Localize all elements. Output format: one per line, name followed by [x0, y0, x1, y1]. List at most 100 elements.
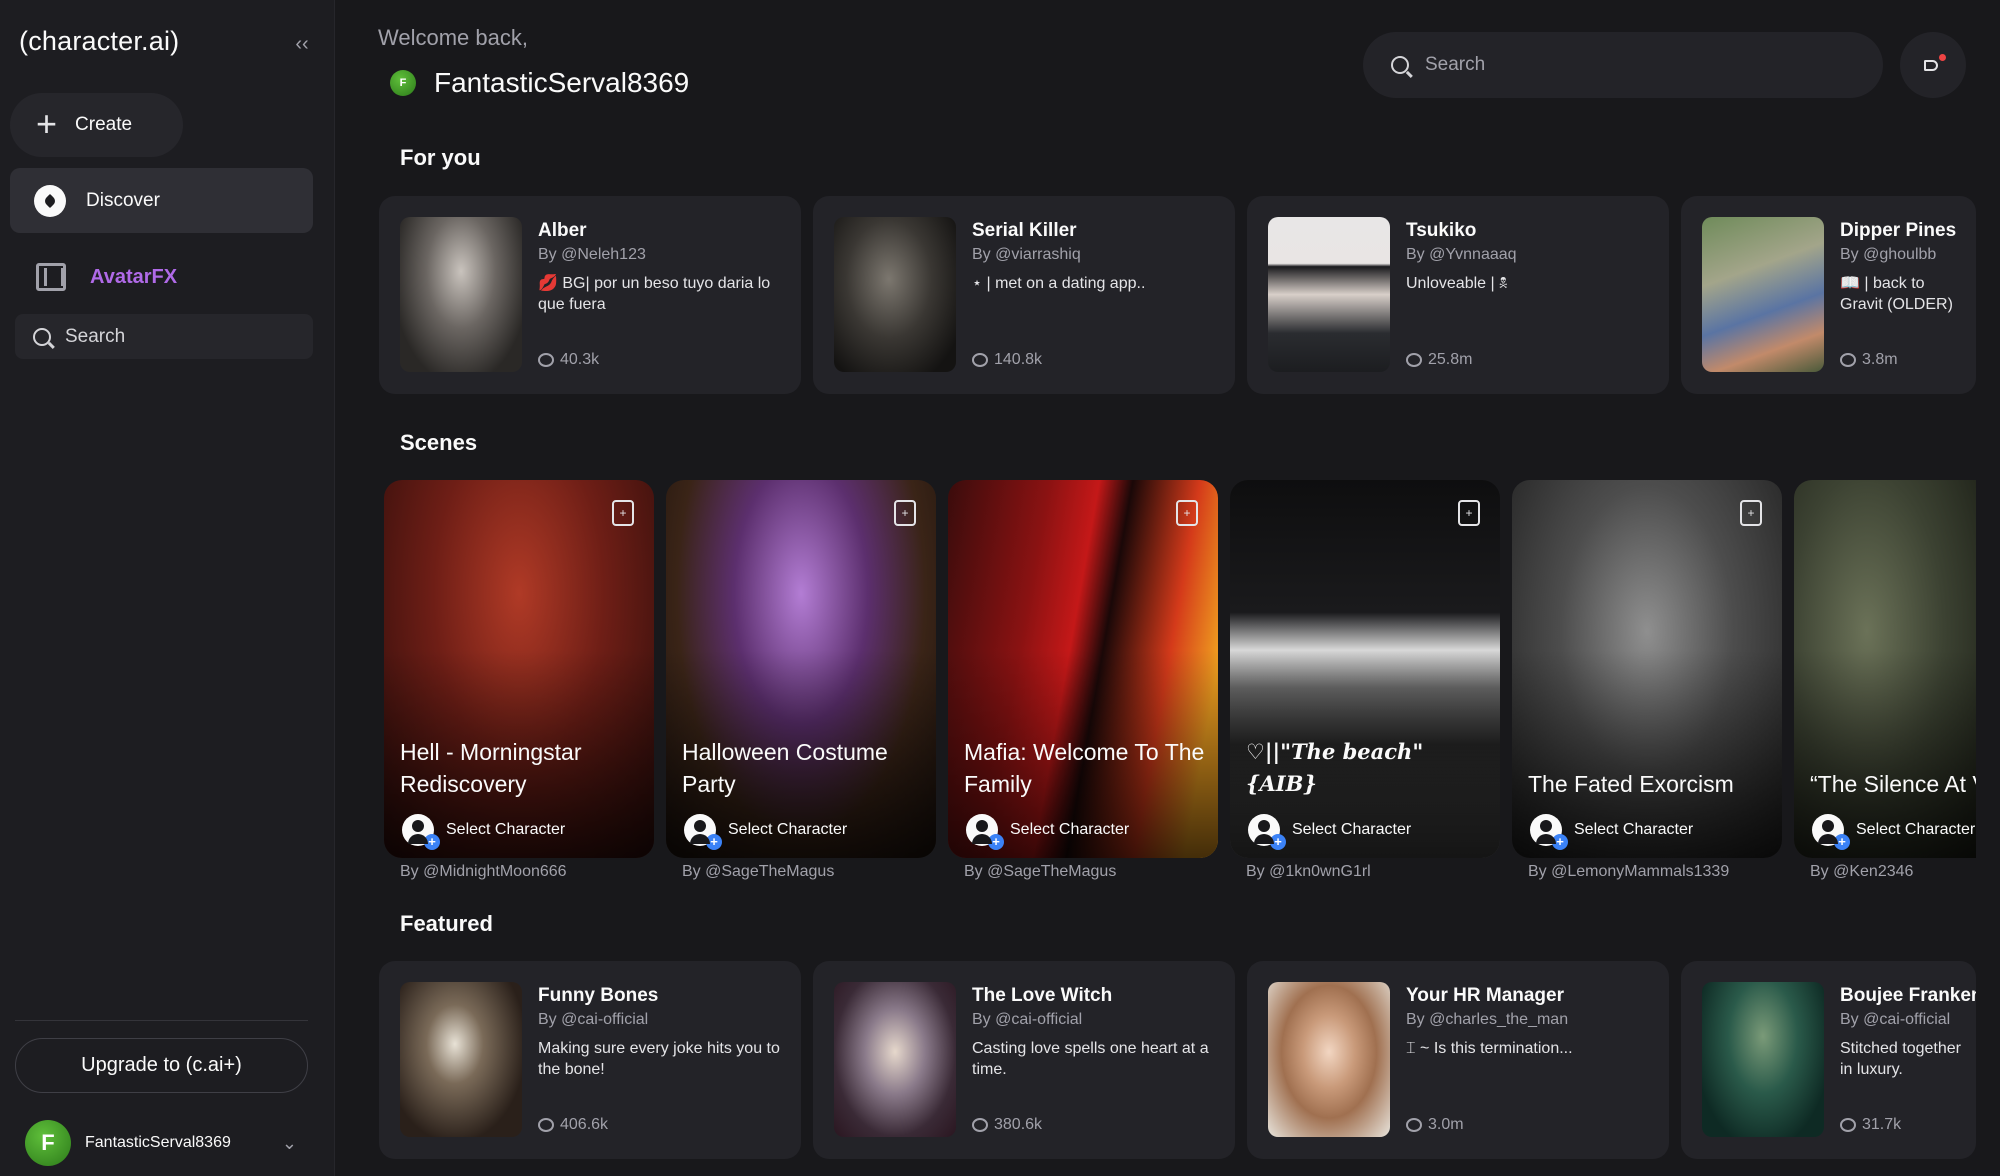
chat-count: 406.6k [538, 1116, 608, 1134]
character-image [834, 982, 956, 1137]
megaphone-icon [1924, 54, 1946, 73]
scene-icon: + [612, 500, 634, 526]
search-icon [1391, 56, 1409, 74]
character-author: By @cai-official [1840, 1011, 1951, 1028]
chat-count: 25.8m [1406, 351, 1472, 369]
film-icon [36, 263, 66, 291]
character-author: By @cai-official [538, 1011, 649, 1028]
scene-author[interactable]: By @1kn0wnG1rl [1246, 863, 1371, 881]
character-description: ⌶ ~ Is this termination... [1406, 1040, 1573, 1057]
chat-count-value: 25.8m [1428, 351, 1473, 368]
scene-card[interactable]: + The Fated Exorcism + Select Character [1512, 480, 1782, 858]
character-description: Making sure every joke hits you to the b… [538, 1040, 780, 1078]
scene-author[interactable]: By @SageTheMagus [682, 863, 834, 881]
greeting: F FantasticServal8369 [390, 67, 689, 99]
character-description: 📖 | back to Gravit (OLDER) [1840, 275, 1953, 313]
create-label: Create [75, 114, 133, 135]
scene-author[interactable]: By @SageTheMagus [964, 863, 1116, 881]
select-character-button[interactable]: + Select Character [1812, 814, 1975, 850]
chat-count-value: 140.8k [994, 351, 1043, 368]
avatarfx-button[interactable]: AvatarFX [10, 252, 313, 302]
character-author: By @viarrashiq [972, 246, 1081, 263]
discover-button[interactable]: Discover [10, 168, 313, 233]
chat-count-value: 3.0m [1428, 1116, 1464, 1133]
character-card[interactable]: Alber By @Neleh123 💋 BG| por un beso tuy… [379, 196, 801, 394]
select-character-button[interactable]: + Select Character [684, 814, 847, 850]
character-card[interactable]: Serial Killer By @viarrashiq ⋆ | met on … [813, 196, 1235, 394]
select-character-button[interactable]: + Select Character [402, 814, 565, 850]
app-root: (character.ai) ‹‹ + Create Discover Avat… [0, 0, 2000, 1176]
character-name: Funny Bones [538, 985, 659, 1006]
plus-icon: + [36, 102, 58, 144]
user-add-icon: + [1530, 814, 1568, 850]
character-author: By @Yvnnaaaq [1406, 246, 1517, 263]
user-add-icon: + [966, 814, 1004, 850]
upgrade-button[interactable]: Upgrade to (c.ai+) [15, 1038, 308, 1093]
chat-bubble-icon [972, 1118, 988, 1132]
scene-author[interactable]: By @MidnightMoon666 [400, 863, 567, 881]
character-card[interactable]: Boujee Franken By @cai-official Stitched… [1681, 961, 1976, 1159]
chat-bubble-icon [538, 353, 554, 367]
avatarfx-label: AvatarFX [90, 265, 178, 288]
character-card[interactable]: Your HR Manager By @charles_the_man ⌶ ~ … [1247, 961, 1669, 1159]
scene-author[interactable]: By @Ken2346 [1810, 863, 1913, 881]
welcome-text: Welcome back, [378, 25, 528, 50]
section-title-scenes: Scenes [400, 430, 478, 455]
scene-icon: + [1176, 500, 1198, 526]
character-author: By @Neleh123 [538, 246, 646, 263]
sidebar-search-label: Search [65, 325, 126, 347]
character-card[interactable]: The Love Witch By @cai-official Casting … [813, 961, 1235, 1159]
character-card[interactable]: Dipper Pines By @ghoulbb 📖 | back to Gra… [1681, 196, 1976, 394]
scene-card[interactable]: + Halloween Costume Party + Select Chara… [666, 480, 936, 858]
character-card[interactable]: Tsukiko By @Yvnnaaaq Unloveable | 🕱 25.8… [1247, 196, 1669, 394]
logo[interactable]: (character.ai) [19, 26, 179, 57]
user-name: FantasticServal8369 [85, 1134, 231, 1151]
chat-bubble-icon [1840, 1118, 1856, 1132]
sidebar: (character.ai) ‹‹ + Create Discover Avat… [0, 0, 335, 1176]
compass-icon [34, 184, 66, 217]
character-image [1268, 982, 1390, 1137]
character-author: By @cai-official [972, 1011, 1083, 1028]
scene-card[interactable]: + Hell - Morningstar Rediscovery + Selec… [384, 480, 654, 858]
scene-title: “The Silence At V Point” [1810, 771, 1976, 797]
character-image [1702, 982, 1824, 1137]
chat-count: 31.7k [1840, 1116, 1901, 1134]
scene-card[interactable]: + Mafia: Welcome To The Family + Select … [948, 480, 1218, 858]
character-image [400, 217, 522, 372]
collapse-sidebar-icon[interactable]: ‹‹ [288, 30, 316, 58]
scene-author[interactable]: By @LemonyMammals1339 [1528, 863, 1729, 881]
create-button[interactable]: + Create [10, 93, 183, 157]
scene-title: The Fated Exorcism [1528, 771, 1734, 797]
chat-bubble-icon [1840, 353, 1856, 367]
search-input[interactable]: Search [1363, 32, 1883, 98]
character-image [1268, 217, 1390, 372]
search-placeholder: Search [1425, 54, 1486, 75]
chat-bubble-icon [1406, 1118, 1422, 1132]
sidebar-search-button[interactable]: Search [15, 314, 313, 359]
select-character-label: Select Character [1292, 821, 1412, 838]
search-icon [33, 327, 51, 346]
scene-title: Halloween Costume Party [682, 739, 888, 797]
chat-bubble-icon [538, 1118, 554, 1132]
scene-card[interactable]: + ♡||"The beach" {AIB} + Select Characte… [1230, 480, 1500, 858]
scene-title: Mafia: Welcome To The Family [964, 739, 1205, 797]
select-character-button[interactable]: + Select Character [966, 814, 1129, 850]
select-character-button[interactable]: + Select Character [1530, 814, 1693, 850]
character-description: Casting love spells one heart at a time. [972, 1040, 1209, 1078]
chat-count-value: 3.8m [1862, 351, 1898, 368]
character-description: ⋆ | met on a dating app.. [972, 275, 1146, 292]
user-menu[interactable]: F FantasticServal8369 ⌄ [25, 1120, 305, 1166]
scene-icon: + [1458, 500, 1480, 526]
character-image [834, 217, 956, 372]
character-card[interactable]: Funny Bones By @cai-official Making sure… [379, 961, 801, 1159]
character-name: Tsukiko [1406, 220, 1477, 241]
scene-card[interactable]: “The Silence At V Point” + Select Charac… [1794, 480, 1976, 858]
chat-count-value: 380.6k [994, 1116, 1043, 1133]
announcements-button[interactable] [1900, 32, 1966, 98]
character-description: Stitched together in luxury. [1840, 1040, 1961, 1078]
character-name: The Love Witch [972, 985, 1113, 1006]
chat-count: 380.6k [972, 1116, 1042, 1134]
chat-count: 3.0m [1406, 1116, 1464, 1134]
character-name: Dipper Pines [1840, 220, 1957, 241]
select-character-button[interactable]: + Select Character [1248, 814, 1412, 850]
